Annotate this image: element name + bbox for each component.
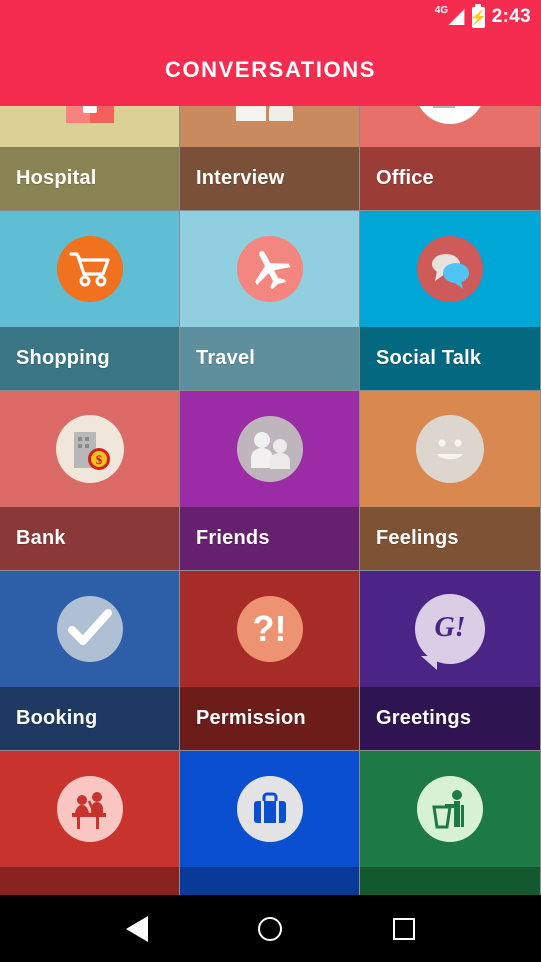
tile-label-area: Interview bbox=[180, 147, 359, 210]
office-briefcase-icon bbox=[415, 106, 485, 124]
tile-interview[interactable]: Interview bbox=[180, 106, 360, 211]
android-nav-bar bbox=[0, 895, 541, 962]
back-button[interactable] bbox=[117, 909, 157, 949]
tile-icon-area bbox=[360, 751, 540, 867]
tile-label-text: Social Talk bbox=[376, 347, 482, 369]
tile-label-area: Social Talk bbox=[360, 327, 540, 390]
tile-label-area: Booking bbox=[0, 687, 179, 750]
tile-booking[interactable]: Booking bbox=[0, 571, 180, 751]
tile-label-area: Friends bbox=[180, 507, 359, 570]
tile-friends[interactable]: Friends bbox=[180, 391, 360, 571]
friends-people-icon bbox=[236, 416, 303, 482]
tile-environment[interactable] bbox=[360, 751, 541, 895]
tile-label-area bbox=[360, 867, 540, 895]
tile-bank[interactable]: $ Bank bbox=[0, 391, 180, 571]
tile-greetings[interactable]: G! Greetings bbox=[360, 571, 541, 751]
tile-reception[interactable] bbox=[0, 751, 180, 895]
tile-social-talk[interactable]: Social Talk bbox=[360, 211, 541, 391]
tile-label-area: Permission bbox=[180, 687, 359, 750]
tile-label-area: Bank bbox=[0, 507, 179, 570]
battery-charging-icon: ⚡ bbox=[470, 6, 487, 28]
tile-icon-area bbox=[0, 751, 179, 867]
tile-label-area: Travel bbox=[180, 327, 359, 390]
tile-label-text: Office bbox=[376, 167, 434, 189]
hospital-house-icon bbox=[65, 106, 114, 123]
tile-label-text: Interview bbox=[196, 167, 285, 189]
tile-label-area: Hospital bbox=[0, 147, 179, 210]
bank-coin-icon: $ bbox=[55, 415, 124, 483]
back-triangle-icon bbox=[125, 915, 148, 942]
recents-square-icon bbox=[393, 917, 416, 940]
tile-icon-area bbox=[0, 106, 179, 147]
interview-people-icon bbox=[235, 106, 293, 121]
tile-icon-area: ?! bbox=[180, 571, 359, 687]
tile-feelings[interactable]: Feelings bbox=[360, 391, 541, 571]
category-grid: Hospital Interview Office Shopping Trave… bbox=[0, 106, 541, 895]
tile-label-text: Bank bbox=[16, 527, 66, 549]
greeting-bubble-g-icon: G! bbox=[415, 594, 485, 670]
tile-icon-area bbox=[180, 751, 359, 867]
clock-label: 2:43 bbox=[491, 6, 531, 27]
status-bar: 4G ⚡ 2:43 bbox=[0, 0, 541, 34]
tile-label-area: Shopping bbox=[0, 327, 179, 390]
trash-person-icon bbox=[417, 776, 483, 842]
phone-screen: 4G ⚡ 2:43 CONVERSATIONS Hospital Intervi… bbox=[0, 0, 541, 962]
tile-travel[interactable]: Travel bbox=[180, 211, 360, 391]
tile-label-text: Hospital bbox=[16, 167, 97, 189]
tile-icon-area bbox=[0, 571, 179, 687]
tile-label-area: Feelings bbox=[360, 507, 540, 570]
tile-label-text: Permission bbox=[196, 707, 306, 729]
tile-label-text: Travel bbox=[196, 347, 256, 369]
tile-label-area bbox=[0, 867, 179, 895]
tile-label-area: Greetings bbox=[360, 687, 540, 750]
network-type-label: 4G bbox=[434, 5, 449, 16]
shopping-cart-icon bbox=[56, 236, 123, 302]
suitcase-icon bbox=[236, 776, 303, 842]
tile-permission[interactable]: ?! Permission bbox=[180, 571, 360, 751]
tile-icon-area bbox=[0, 211, 179, 327]
smiley-face-icon bbox=[416, 415, 484, 483]
tile-label-text: Shopping bbox=[16, 347, 110, 369]
tile-icon-area bbox=[360, 391, 540, 507]
tile-shopping[interactable]: Shopping bbox=[0, 211, 180, 391]
tile-office[interactable]: Office bbox=[360, 106, 541, 211]
home-circle-icon bbox=[258, 916, 283, 941]
reception-desk-icon bbox=[56, 776, 123, 842]
tile-label-area bbox=[180, 867, 359, 895]
tile-icon-area bbox=[360, 106, 540, 147]
svg-text:$: $ bbox=[95, 452, 102, 467]
tile-label-text: Greetings bbox=[376, 707, 472, 729]
checkmark-icon bbox=[56, 596, 123, 662]
speech-bubbles-icon bbox=[417, 236, 483, 302]
page-title: CONVERSATIONS bbox=[164, 57, 377, 82]
tile-icon-area: G! bbox=[360, 571, 540, 687]
app-bar: CONVERSATIONS bbox=[0, 34, 541, 106]
tile-hospital[interactable]: Hospital bbox=[0, 106, 180, 211]
tile-icon-area bbox=[180, 106, 359, 147]
airplane-icon bbox=[236, 236, 303, 302]
tile-icon-area bbox=[360, 211, 540, 327]
tile-icon-area bbox=[180, 391, 359, 507]
tile-label-area: Office bbox=[360, 147, 540, 210]
question-exclaim-icon: ?! bbox=[236, 596, 303, 662]
recents-button[interactable] bbox=[384, 909, 424, 949]
tile-icon-area: $ bbox=[0, 391, 179, 507]
home-button[interactable] bbox=[250, 909, 290, 949]
tile-label-text: Booking bbox=[16, 707, 98, 729]
tile-label-text: Friends bbox=[196, 527, 270, 549]
tile-icon-area bbox=[180, 211, 359, 327]
tile-luggage[interactable] bbox=[180, 751, 360, 895]
tile-label-text: Feelings bbox=[376, 527, 459, 549]
signal-bars-icon: 4G bbox=[435, 6, 465, 28]
